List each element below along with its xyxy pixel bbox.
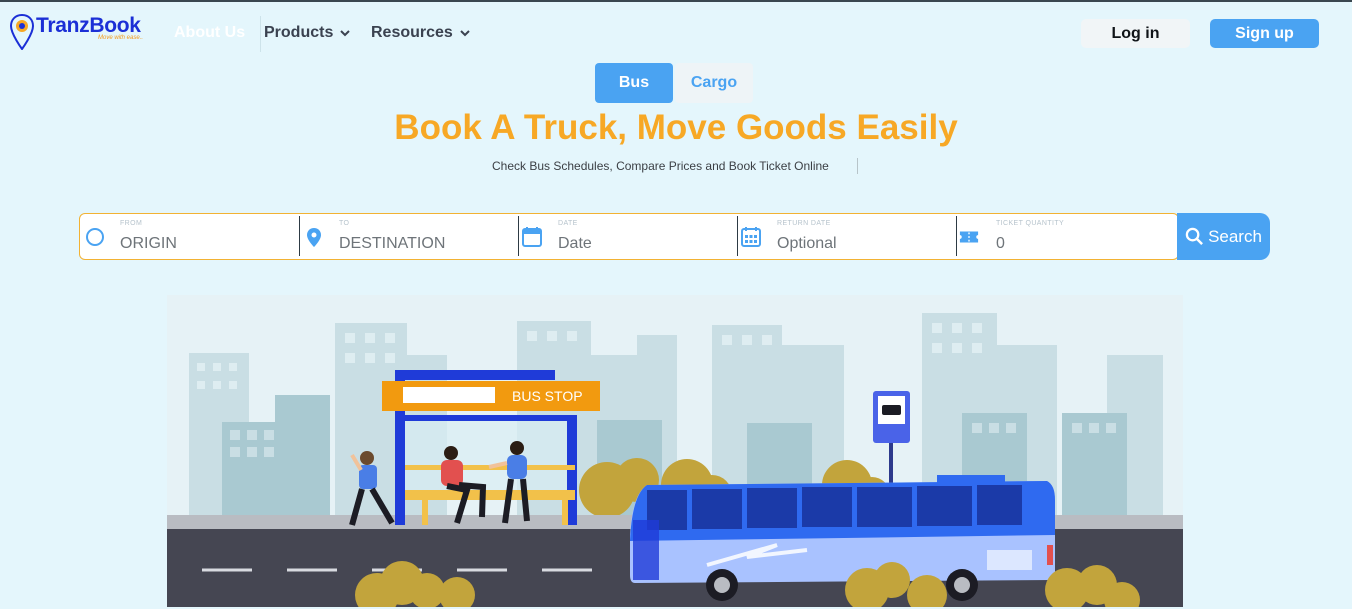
return-date-field[interactable]: RETURN DATE Optional [737, 214, 956, 259]
bus-stop-sign-text: BUS STOP [512, 388, 583, 404]
nav-about-us[interactable]: About Us [174, 24, 245, 42]
hero-illustration: BUS STOP [167, 295, 1183, 607]
search-icon [1185, 227, 1204, 245]
logo-tagline: Move with ease.. [98, 35, 144, 41]
nav-resources[interactable]: Resources [371, 24, 471, 42]
return-date-label: RETURN DATE [777, 220, 831, 227]
tab-bus[interactable]: Bus [595, 63, 673, 103]
circle-icon [86, 228, 104, 246]
destination-input[interactable]: DESTINATION [339, 235, 445, 253]
map-pin-icon [307, 228, 321, 247]
calendar-icon [522, 227, 542, 247]
nav-products[interactable]: Products [264, 24, 351, 42]
destination-field[interactable]: TO DESTINATION [299, 214, 518, 259]
location-pin-icon [10, 14, 34, 50]
ticket-quantity-input[interactable]: 0 [996, 235, 1005, 253]
search-button-label: Search [1208, 226, 1262, 246]
nav-products-label: Products [264, 24, 334, 41]
search-bar: FROM ORIGIN TO DESTINATION DATE Date RET… [79, 213, 1179, 260]
nav-resources-label: Resources [371, 24, 453, 41]
hero-subtitle: Check Bus Schedules, Compare Prices and … [492, 159, 829, 173]
origin-input[interactable]: ORIGIN [120, 235, 177, 253]
search-button[interactable]: Search [1177, 213, 1270, 260]
hero-title: Book A Truck, Move Goods Easily [394, 108, 958, 147]
origin-field[interactable]: FROM ORIGIN [80, 214, 299, 259]
date-field[interactable]: DATE Date [518, 214, 737, 259]
ticket-quantity-field[interactable]: TICKET QUANTITY 0 [956, 214, 1176, 259]
ticket-icon [959, 231, 979, 243]
signup-button[interactable]: Sign up [1210, 19, 1319, 48]
login-button[interactable]: Log in [1081, 19, 1190, 48]
date-label: DATE [558, 220, 578, 227]
date-input[interactable]: Date [558, 235, 592, 253]
ticket-quantity-label: TICKET QUANTITY [996, 220, 1065, 227]
chevron-down-icon [340, 30, 351, 37]
origin-label: FROM [120, 220, 143, 227]
logo[interactable]: TranzBook Move with ease.. [10, 14, 143, 50]
chevron-down-icon [460, 30, 470, 37]
text-cursor [857, 158, 858, 174]
return-date-input[interactable]: Optional [777, 235, 837, 253]
destination-label: TO [339, 220, 350, 227]
nav-divider [260, 16, 261, 52]
tab-cargo[interactable]: Cargo [675, 63, 753, 103]
calendar-grid-icon [741, 227, 761, 247]
